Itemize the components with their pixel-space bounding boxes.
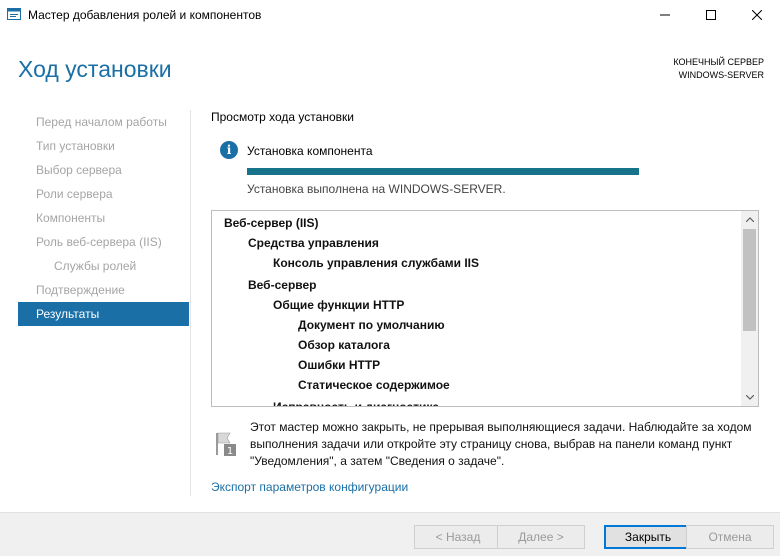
export-config-link[interactable]: Экспорт параметров конфигурации	[211, 480, 408, 494]
server-label: КОНЕЧНЫЙ СЕРВЕР	[673, 57, 764, 67]
result-item: Ошибки HTTP	[298, 358, 381, 372]
close-window-button[interactable]	[734, 0, 780, 30]
minimize-icon	[660, 14, 670, 16]
page-title: Ход установки	[18, 56, 172, 82]
results-list: Веб-сервер (IIS) Средства управления Консо…	[212, 211, 741, 406]
result-item: Средства управления	[248, 236, 379, 250]
nav-item-server-roles[interactable]: Роли сервера	[18, 182, 189, 206]
footer-bar: < Назад Далее > Закрыть Отмена	[0, 512, 780, 556]
nav-item-features[interactable]: Компоненты	[18, 206, 189, 230]
scroll-down-button[interactable]	[741, 389, 758, 406]
cancel-button[interactable]: Отмена	[686, 525, 774, 549]
notification-flag-icon: 1	[216, 432, 236, 457]
section-label: Просмотр хода установки	[211, 110, 354, 124]
nav-item-server-selection[interactable]: Выбор сервера	[18, 158, 189, 182]
next-button[interactable]: Далее >	[497, 525, 585, 549]
chevron-down-icon	[745, 395, 754, 400]
nav-item-confirmation[interactable]: Подтверждение	[18, 278, 189, 302]
status-title: Установка компонента	[247, 144, 373, 158]
info-icon: i	[220, 141, 238, 159]
wizard-steps-nav: Перед началом работы Тип установки Выбор…	[18, 110, 189, 326]
window-title: Мастер добавления ролей и компонентов	[28, 8, 262, 22]
nav-item-results[interactable]: Результаты	[18, 302, 189, 326]
result-item: Статическое содержимое	[298, 378, 450, 392]
back-button[interactable]: < Назад	[414, 525, 502, 549]
vertical-scrollbar[interactable]	[741, 211, 758, 406]
maximize-button[interactable]	[688, 0, 734, 30]
nav-item-web-server-role[interactable]: Роль веб-сервера (IIS)	[18, 230, 189, 254]
server-manager-icon	[7, 8, 21, 20]
maximize-icon	[706, 10, 716, 20]
progress-fill	[247, 168, 639, 175]
close-button[interactable]: Закрыть	[604, 525, 692, 549]
nav-item-role-services[interactable]: Службы ролей	[18, 254, 189, 278]
nav-item-before-you-begin[interactable]: Перед началом работы	[18, 110, 189, 134]
result-item: Общие функции HTTP	[273, 298, 405, 312]
results-list-box[interactable]: Веб-сервер (IIS) Средства управления Консо…	[211, 210, 759, 407]
progress-bar	[247, 168, 639, 175]
result-item: Веб-сервер	[248, 278, 317, 292]
nav-item-installation-type[interactable]: Тип установки	[18, 134, 189, 158]
scroll-thumb[interactable]	[743, 229, 756, 331]
note-badge: 1	[227, 446, 233, 457]
note-text: Этот мастер можно закрыть, не прерывая в…	[250, 420, 752, 468]
server-name: WINDOWS-SERVER	[678, 70, 764, 80]
result-item: Веб-сервер (IIS)	[224, 216, 319, 230]
result-item: Исправность и диагностика	[273, 400, 439, 406]
result-item: Консоль управления службами IIS	[273, 256, 479, 270]
nav-divider	[190, 110, 191, 496]
scroll-up-button[interactable]	[741, 211, 758, 228]
close-icon	[752, 10, 762, 20]
destination-server: КОНЕЧНЫЙ СЕРВЕР WINDOWS-SERVER	[673, 56, 764, 82]
result-item: Обзор каталога	[298, 338, 390, 352]
title-bar: Мастер добавления ролей и компонентов	[0, 0, 780, 30]
status-message: Установка выполнена на WINDOWS-SERVER.	[247, 182, 506, 196]
chevron-up-icon	[745, 217, 754, 222]
result-item: Документ по умолчанию	[298, 318, 445, 332]
minimize-button[interactable]	[642, 0, 688, 30]
